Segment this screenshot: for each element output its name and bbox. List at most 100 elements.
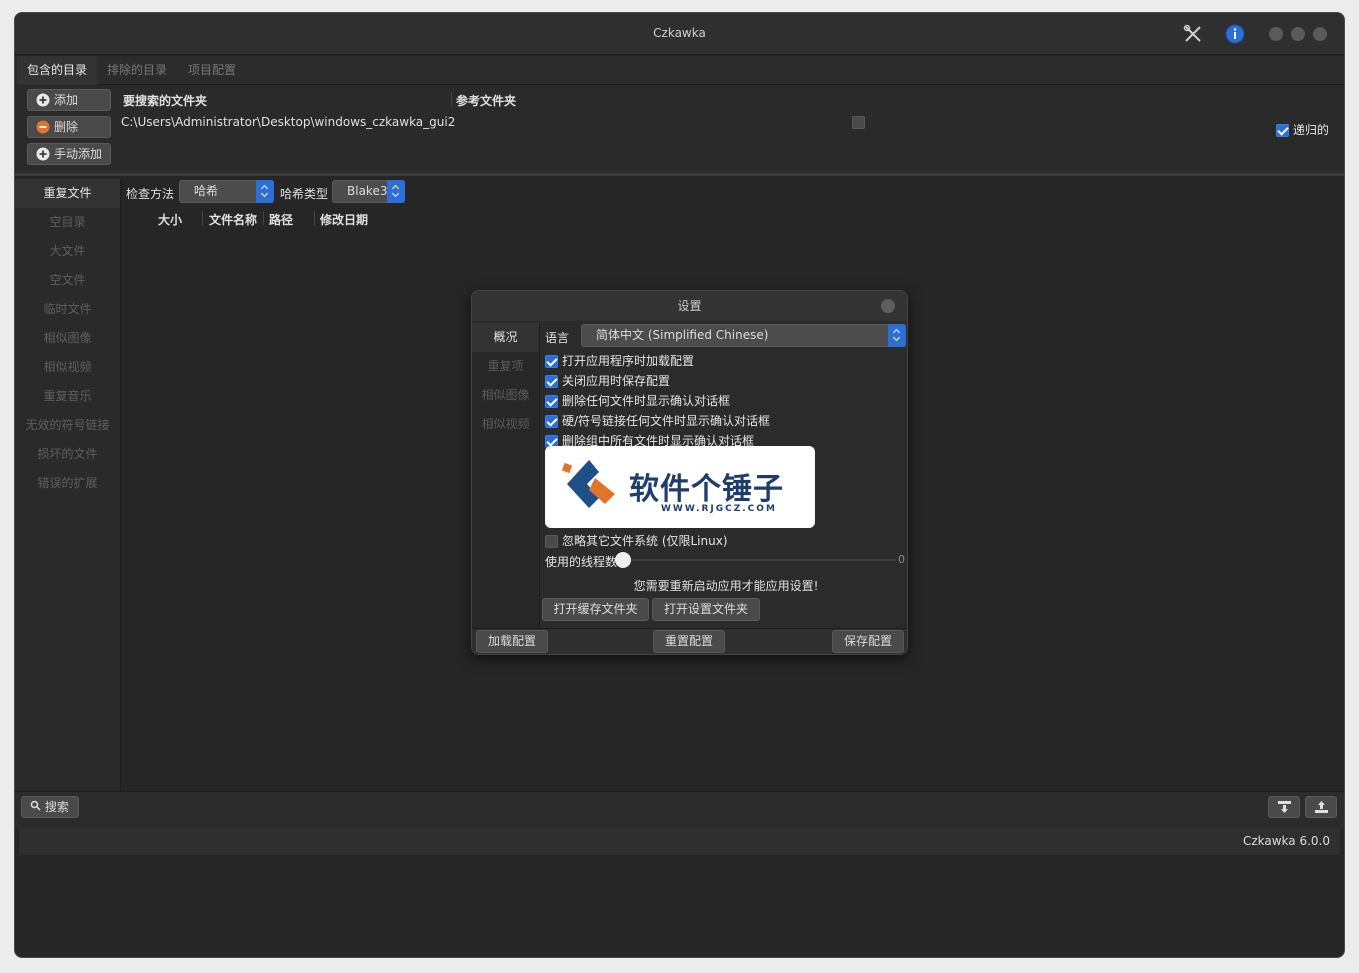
open-settings-folder-button[interactable]: 打开设置文件夹	[652, 598, 760, 621]
option-confirm-delete[interactable]: 删除任何文件时显示确认对话框	[545, 392, 730, 409]
sidebar-item-invalid-symlinks[interactable]: 无效的符号链接	[15, 411, 120, 440]
checkbox[interactable]	[545, 415, 558, 428]
watermark-logo: 软件个锤子 WWW.RJGCZ.COM	[545, 446, 815, 528]
settings-sidebar: 概况 重复项 相似图像 相似视频	[472, 323, 540, 628]
panel-down-icon	[1278, 801, 1291, 813]
checkbox[interactable]	[545, 395, 558, 408]
watermark-name: 软件个锤子	[629, 472, 784, 507]
search-folder-header: 要搜索的文件夹	[123, 94, 208, 108]
chevron-updown-icon	[888, 324, 906, 347]
save-config-button[interactable]: 保存配置	[832, 630, 904, 653]
settings-tab-similar-videos[interactable]: 相似视频	[472, 410, 539, 439]
settings-tab-duplicates[interactable]: 重复项	[472, 352, 539, 381]
version-label: Czkawka 6.0.0	[1242, 834, 1330, 848]
dialog-close-button[interactable]	[881, 299, 895, 313]
threads-slider-handle[interactable]	[615, 552, 631, 568]
open-cache-folder-button[interactable]: 打开缓存文件夹	[542, 598, 649, 621]
column-path[interactable]: 路径	[269, 211, 293, 228]
bottom-action-bar: 搜索	[15, 791, 1344, 829]
panel-up-icon	[1315, 801, 1328, 813]
reset-config-button[interactable]: 重置配置	[653, 630, 725, 653]
sidebar-item-empty-dirs[interactable]: 空目录	[15, 208, 120, 237]
column-file-name[interactable]: 文件名称	[209, 211, 257, 228]
tab-item-config[interactable]: 项目配置	[178, 56, 246, 85]
directory-path[interactable]: C:\Users\Administrator\Desktop\windows_c…	[121, 115, 455, 129]
remove-directory-button[interactable]: 删除	[27, 116, 111, 138]
check-method-label: 检查方法	[126, 187, 175, 201]
checkbox[interactable]	[545, 535, 558, 548]
recursive-toggle[interactable]: 递归的	[1276, 121, 1329, 138]
column-size[interactable]: 大小	[158, 211, 182, 228]
tab-included-dirs[interactable]: 包含的目录	[17, 56, 98, 85]
recursive-label: 递归的	[1292, 123, 1329, 137]
language-value: 简体中文 (Simplified Chinese)	[596, 328, 769, 342]
load-config-button[interactable]: 加载配置	[476, 630, 548, 653]
language-label: 语言	[545, 331, 570, 345]
watermark-url: WWW.RJGCZ.COM	[661, 504, 777, 514]
sidebar-item-empty-files[interactable]: 空文件	[15, 266, 120, 295]
option-label: 忽略其它文件系统 (仅限Linux)	[562, 534, 728, 548]
option-label: 关闭应用时保存配置	[562, 374, 671, 388]
sidebar-item-duplicate-music[interactable]: 重复音乐	[15, 382, 120, 411]
option-label: 删除任何文件时显示确认对话框	[562, 394, 731, 408]
option-label: 硬/符号链接任何文件时显示确认对话框	[562, 414, 771, 428]
settings-tab-general[interactable]: 概况	[472, 323, 539, 352]
mode-sidebar: 重复文件 空目录 大文件 空文件 临时文件 相似图像 相似视频 重复音乐 无效的…	[15, 179, 121, 791]
tools-icon[interactable]	[1182, 23, 1204, 45]
chevron-updown-icon	[387, 180, 405, 203]
language-select[interactable]: 简体中文 (Simplified Chinese)	[581, 324, 906, 347]
threads-label: 使用的线程数	[545, 555, 618, 569]
title-bar: Czkawka	[15, 13, 1344, 55]
column-divider	[263, 211, 264, 225]
manual-add-button[interactable]: 手动添加	[27, 143, 111, 165]
app-window: Czkawka 包含的目录 排除的目录 项目配置 添加 删除 手动添加 要搜索的…	[14, 12, 1345, 958]
info-icon[interactable]	[1224, 23, 1246, 45]
window-title: Czkawka	[653, 26, 706, 40]
checkbox[interactable]	[545, 375, 558, 388]
show-results-button[interactable]	[1268, 796, 1300, 818]
checkbox[interactable]	[545, 355, 558, 368]
column-divider	[202, 211, 203, 225]
column-divider	[451, 92, 452, 106]
add-directory-button[interactable]: 添加	[27, 89, 111, 111]
plus-icon	[36, 93, 50, 107]
search-button[interactable]: 搜索	[21, 796, 79, 818]
threads-value: 0	[898, 553, 905, 566]
hash-type-select[interactable]: Blake3	[332, 180, 405, 203]
hash-type-value: Blake3	[347, 184, 388, 198]
sidebar-item-similar-videos[interactable]: 相似视频	[15, 353, 120, 382]
maximize-button[interactable]	[1291, 27, 1305, 41]
hash-type-label: 哈希类型	[280, 187, 329, 201]
recursive-checkbox[interactable]	[1276, 124, 1289, 137]
check-method-select[interactable]: 哈希	[179, 180, 274, 203]
dialog-title: 设置	[472, 291, 907, 321]
settings-tab-similar-images[interactable]: 相似图像	[472, 381, 539, 410]
minimize-button[interactable]	[1269, 27, 1283, 41]
option-load-config[interactable]: 打开应用程序时加载配置	[545, 352, 694, 369]
check-method-value: 哈希	[194, 184, 219, 198]
remove-label: 删除	[54, 120, 79, 134]
tab-excluded-dirs[interactable]: 排除的目录	[97, 56, 177, 85]
sidebar-item-broken-files[interactable]: 损坏的文件	[15, 440, 120, 469]
reference-folder-header: 参考文件夹	[456, 94, 517, 108]
close-button[interactable]	[1313, 27, 1327, 41]
sidebar-item-big-files[interactable]: 大文件	[15, 237, 120, 266]
column-modified-date[interactable]: 修改日期	[320, 211, 368, 228]
sidebar-item-bad-extensions[interactable]: 错误的扩展	[15, 469, 120, 498]
reference-folder-checkbox[interactable]	[852, 116, 865, 129]
add-label: 添加	[54, 93, 79, 107]
option-save-config[interactable]: 关闭应用时保存配置	[545, 372, 670, 389]
settings-dialog: 设置 概况 重复项 相似图像 相似视频 语言 简体中文 (Simplified …	[471, 290, 908, 655]
sidebar-item-duplicates[interactable]: 重复文件	[15, 179, 120, 208]
threads-slider-track[interactable]	[620, 559, 896, 561]
hammer-logo-icon	[561, 460, 615, 508]
sidebar-item-similar-images[interactable]: 相似图像	[15, 324, 120, 353]
option-confirm-link[interactable]: 硬/符号链接任何文件时显示确认对话框	[545, 412, 770, 429]
option-ignore-other-fs[interactable]: 忽略其它文件系统 (仅限Linux)	[545, 532, 728, 549]
sidebar-item-temp-files[interactable]: 临时文件	[15, 295, 120, 324]
plus-icon	[36, 147, 50, 161]
directory-panel: 添加 删除 手动添加 要搜索的文件夹 参考文件夹 C:\Users\Admini…	[15, 86, 1344, 176]
search-label: 搜索	[44, 800, 69, 814]
show-log-button[interactable]	[1305, 796, 1337, 818]
column-divider	[314, 211, 315, 225]
